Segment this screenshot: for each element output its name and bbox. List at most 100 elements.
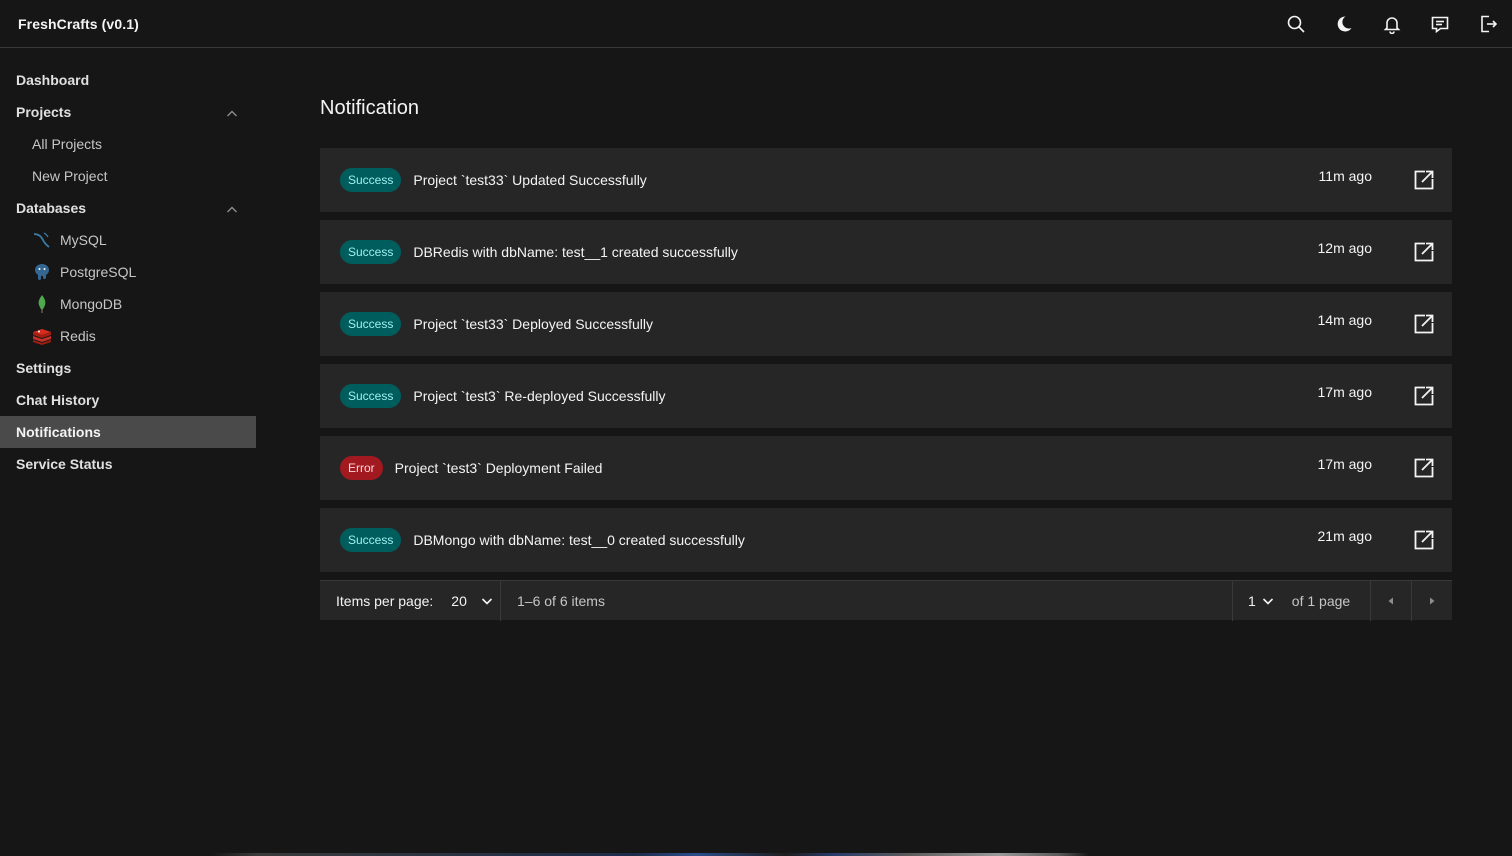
notification-message: Project `test3` Re-deployed Successfully (413, 388, 666, 404)
items-per-page-label: Items per page: (336, 592, 434, 609)
notification-message: DBRedis with dbName: test__1 created suc… (413, 244, 738, 260)
sidebar-item-label: Projects (16, 104, 72, 120)
sidebar-item-databases[interactable]: Databases (0, 192, 256, 224)
notification-row: Success Project `test33` Deployed Succes… (320, 292, 1452, 356)
item-range: 1–6 of 6 items (517, 592, 605, 609)
search-icon (1287, 15, 1305, 33)
open-link-button[interactable] (1412, 168, 1436, 192)
app-title[interactable]: FreshCrafts (v0.1) (18, 16, 139, 32)
notification-time: 21m ago (1317, 528, 1372, 544)
caret-left-icon (1388, 597, 1393, 604)
mysql-icon (32, 230, 52, 250)
page-title: Notification (320, 97, 419, 119)
sidebar-item-label: Chat History (16, 392, 100, 408)
sidebar-item-label: Databases (16, 200, 87, 216)
chat-button[interactable] (1416, 0, 1464, 47)
sidebar-item-all-projects[interactable]: All Projects (0, 128, 256, 160)
previous-page-button[interactable] (1370, 580, 1411, 621)
sidebar-item-label: Settings (16, 360, 72, 376)
notification-time: 17m ago (1317, 384, 1372, 400)
sidebar-item-label: MySQL (60, 232, 107, 248)
open-link-button[interactable] (1412, 384, 1436, 408)
notification-row: Success DBRedis with dbName: test__1 cre… (320, 220, 1452, 284)
sidebar-item-label: MongoDB (60, 296, 123, 312)
sidebar-item-label: Redis (60, 328, 96, 344)
pagination-bar: Items per page: 20 1–6 of 6 items 1 of 1… (320, 580, 1452, 621)
page-select[interactable]: 1 of 1 page (1232, 580, 1370, 621)
next-page-button[interactable] (1411, 580, 1452, 621)
status-badge: Success (340, 384, 402, 408)
sidebar-item-dashboard[interactable]: Dashboard (0, 64, 256, 96)
chevron-up-icon (226, 107, 238, 119)
items-per-page: Items per page: 20 (320, 580, 501, 621)
notification-message: Project `test33` Deployed Successfully (413, 316, 654, 332)
external-link-icon (1414, 386, 1434, 406)
status-badge: Success (340, 168, 402, 192)
items-per-page-value: 20 (451, 592, 467, 609)
sidebar-nav: Dashboard Projects All Projects New Proj… (0, 48, 256, 856)
sidebar-item-postgresql[interactable]: PostgreSQL (0, 256, 256, 288)
status-badge: Success (340, 528, 402, 552)
open-link-button[interactable] (1412, 528, 1436, 552)
items-per-page-select[interactable]: 20 (451, 593, 493, 609)
external-link-icon (1414, 458, 1434, 478)
notification-time: 14m ago (1317, 312, 1372, 328)
logout-icon (1481, 15, 1498, 32)
chevron-up-icon (226, 203, 238, 215)
redis-icon (32, 326, 52, 346)
page-controls: 1 of 1 page (1232, 580, 1452, 621)
notification-row: Success Project `test3` Re-deployed Succ… (320, 364, 1452, 428)
notification-time: 11m ago (1318, 168, 1372, 184)
notification-message: Project `test33` Updated Successfully (413, 172, 647, 188)
notification-time: 12m ago (1317, 240, 1372, 256)
notification-time: 17m ago (1317, 456, 1372, 472)
caret-right-icon (1430, 597, 1435, 604)
external-link-icon (1414, 242, 1434, 262)
open-link-button[interactable] (1412, 240, 1436, 264)
moon-icon (1337, 15, 1352, 31)
theme-toggle-button[interactable] (1320, 0, 1368, 47)
status-badge: Success (340, 312, 402, 336)
open-link-button[interactable] (1412, 456, 1436, 480)
page-number: 1 (1248, 592, 1256, 609)
sidebar-item-service-status[interactable]: Service Status (0, 448, 256, 480)
chat-icon (1431, 16, 1449, 33)
notification-row: Success DBMongo with dbName: test__0 cre… (320, 508, 1452, 572)
sidebar-item-notifications[interactable]: Notifications (0, 416, 256, 448)
open-link-button[interactable] (1412, 312, 1436, 336)
notification-row: Success Project `test33` Updated Success… (320, 148, 1452, 212)
sidebar-item-settings[interactable]: Settings (0, 352, 256, 384)
bell-icon (1383, 16, 1401, 34)
notification-list: Success Project `test33` Updated Success… (320, 148, 1452, 580)
sidebar-item-label: Service Status (16, 456, 113, 472)
sidebar-item-label: PostgreSQL (60, 264, 137, 280)
sidebar-item-mongodb[interactable]: MongoDB (0, 288, 256, 320)
sidebar-item-label: Dashboard (16, 72, 90, 88)
sidebar-item-projects[interactable]: Projects (0, 96, 256, 128)
top-header: FreshCrafts (v0.1) (0, 0, 1512, 48)
header-actions (1272, 0, 1512, 47)
postgresql-icon (32, 262, 52, 282)
sidebar-item-chat-history[interactable]: Chat History (0, 384, 256, 416)
notification-row: Error Project `test3` Deployment Failed … (320, 436, 1452, 500)
external-link-icon (1414, 170, 1434, 190)
sidebar-item-mysql[interactable]: MySQL (0, 224, 256, 256)
sidebar-item-label: New Project (32, 168, 108, 184)
page-total: of 1 page (1291, 592, 1351, 609)
sidebar-item-new-project[interactable]: New Project (0, 160, 256, 192)
mongodb-leaf-icon (32, 294, 52, 314)
external-link-icon (1414, 314, 1434, 334)
notifications-button[interactable] (1368, 0, 1416, 47)
status-badge: Error (340, 456, 383, 480)
external-link-icon (1414, 530, 1434, 550)
chevron-down-icon (481, 597, 492, 605)
sidebar-item-label: All Projects (32, 136, 103, 152)
status-badge: Success (340, 240, 402, 264)
sidebar-item-redis[interactable]: Redis (0, 320, 256, 352)
notification-message: DBMongo with dbName: test__0 created suc… (413, 532, 745, 548)
search-button[interactable] (1272, 0, 1320, 47)
sidebar-item-label: Notifications (16, 424, 101, 440)
logout-button[interactable] (1464, 0, 1512, 47)
chevron-down-icon (1262, 597, 1273, 605)
notification-message: Project `test3` Deployment Failed (394, 460, 603, 476)
